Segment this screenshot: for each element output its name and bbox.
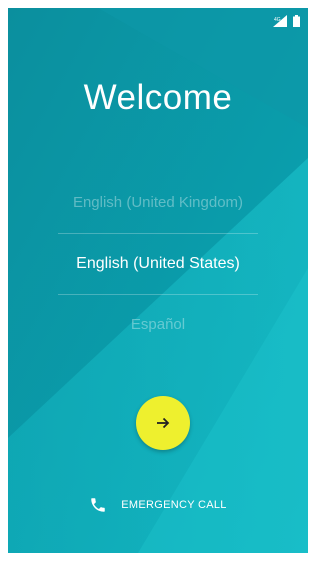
language-option-en-gb[interactable]: English (United Kingdom) — [8, 173, 308, 233]
language-option-es[interactable]: Español — [8, 295, 308, 355]
emergency-call-button[interactable]: EMERGENCY CALL — [8, 496, 308, 514]
language-option-en-us[interactable]: English (United States) — [8, 234, 308, 294]
phone-icon — [91, 498, 105, 512]
setup-screen: 4G Welcome English (United Kingdom) Engl… — [8, 8, 308, 553]
emergency-call-label: EMERGENCY CALL — [121, 499, 227, 511]
status-bar: 4G — [273, 14, 300, 28]
svg-text:4G: 4G — [274, 17, 281, 23]
battery-icon — [293, 15, 300, 27]
signal-icon: 4G — [273, 15, 287, 27]
language-picker[interactable]: English (United Kingdom) English (United… — [8, 173, 308, 355]
arrow-right-icon — [157, 417, 170, 429]
page-title: Welcome — [83, 78, 233, 117]
next-button[interactable] — [136, 396, 190, 450]
